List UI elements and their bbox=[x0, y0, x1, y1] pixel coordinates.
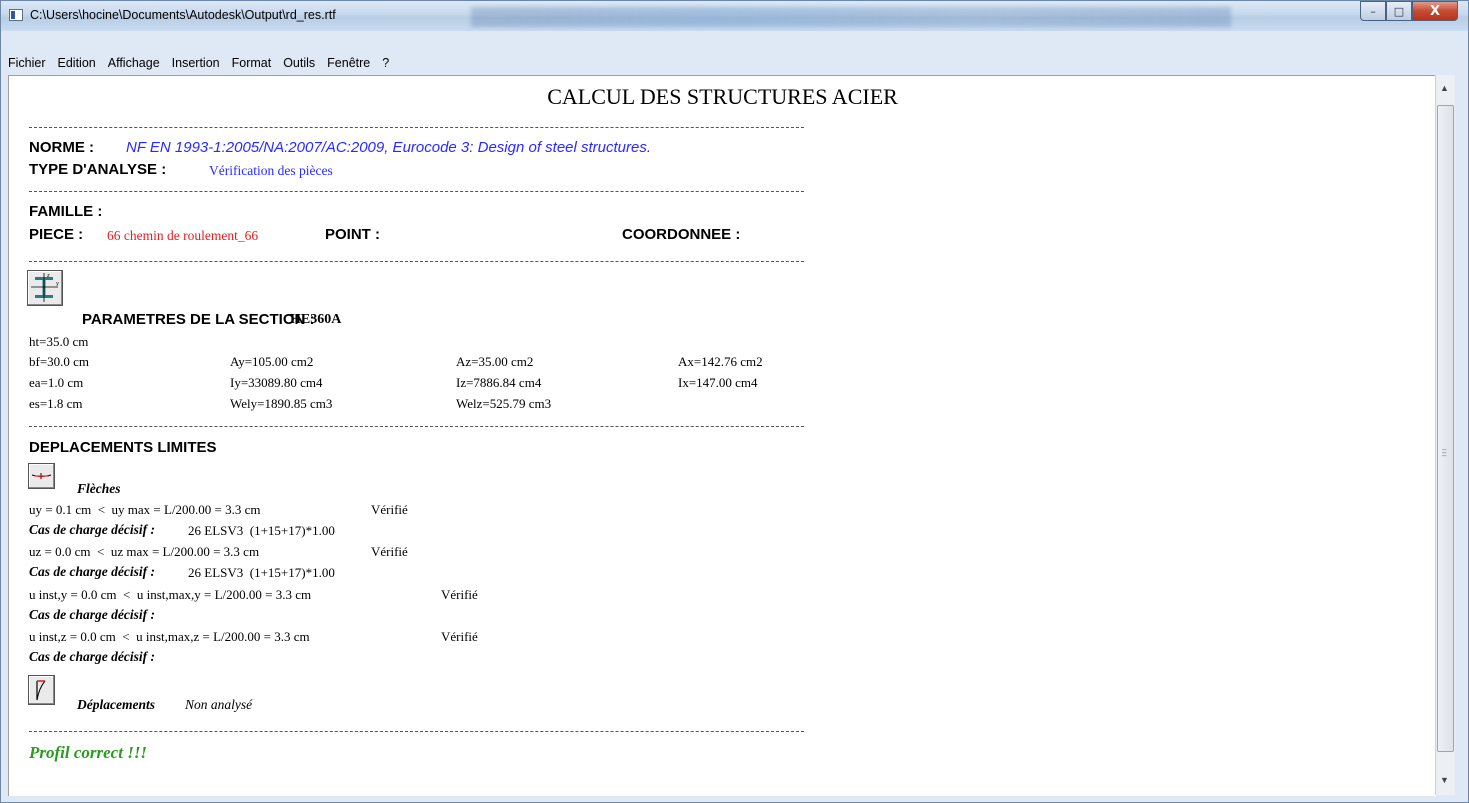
param-ax: Ax=142.76 cm2 bbox=[678, 354, 763, 369]
param-ay: Ay=105.00 cm2 bbox=[230, 354, 314, 369]
deplacements-label: Déplacements bbox=[77, 697, 155, 712]
report-title: CALCUL DES STRUCTURES ACIER bbox=[547, 84, 898, 109]
norme-value: NF EN 1993-1:2005/NA:2007/AC:2009, Euroc… bbox=[126, 139, 652, 156]
uinst-y-verifie: Vérifié bbox=[441, 587, 478, 602]
app-icon[interactable] bbox=[9, 9, 23, 21]
separator bbox=[29, 731, 804, 732]
maximize-button[interactable]: □ bbox=[1386, 1, 1412, 21]
cas-value: 26 ELSV3 (1+15+17)*1.00 bbox=[188, 523, 335, 538]
piece-value: 66 chemin de roulement_66 bbox=[107, 228, 259, 243]
separator bbox=[29, 191, 804, 192]
uinst-y-check: u inst,y = 0.0 cm < u inst,max,y = L/200… bbox=[29, 587, 312, 602]
param-ix: Ix=147.00 cm4 bbox=[678, 375, 758, 390]
svg-text:y: y bbox=[56, 281, 59, 287]
separator bbox=[29, 127, 804, 128]
param-ea: ea=1.0 cm bbox=[29, 375, 84, 390]
uy-verifie: Vérifié bbox=[371, 502, 408, 517]
window-title: C:\Users\hocine\Documents\Autodesk\Outpu… bbox=[30, 8, 336, 22]
separator bbox=[29, 261, 804, 262]
param-az: Az=35.00 cm2 bbox=[456, 354, 534, 369]
param-ht: ht=35.0 cm bbox=[29, 334, 89, 349]
title-bar[interactable]: C:\Users\hocine\Documents\Autodesk\Outpu… bbox=[1, 1, 1468, 31]
param-iz: Iz=7886.84 cm4 bbox=[456, 375, 542, 390]
cas-label: Cas de charge décisif : bbox=[29, 607, 155, 622]
param-iy: Iy=33089.80 cm4 bbox=[230, 375, 323, 390]
famille-label: FAMILLE : bbox=[29, 203, 103, 220]
window-controls: – □ X bbox=[1360, 1, 1458, 21]
piece-label: PIECE : bbox=[29, 226, 84, 243]
svg-text:z: z bbox=[47, 273, 50, 279]
menu-insertion[interactable]: Insertion bbox=[172, 56, 220, 70]
document-view[interactable]: CALCUL DES STRUCTURES ACIER NORME : NF E… bbox=[8, 75, 1436, 796]
background-blur bbox=[471, 7, 1231, 27]
cas-value: 26 ELSV3 (1+15+17)*1.00 bbox=[188, 565, 335, 580]
menu-fenetre[interactable]: Fenêtre bbox=[327, 56, 370, 70]
section-label: PARAMETRES DE LA SECTION : bbox=[82, 311, 315, 328]
section-profile-icon: z y bbox=[27, 270, 63, 306]
param-welz: Welz=525.79 cm3 bbox=[456, 396, 552, 411]
scroll-thumb[interactable]: – – – bbox=[1437, 105, 1454, 752]
param-wely: Wely=1890.85 cm3 bbox=[230, 396, 333, 411]
separator bbox=[29, 426, 804, 427]
uy-check: uy = 0.1 cm < uy max = L/200.00 = 3.3 cm bbox=[29, 502, 261, 517]
close-button[interactable]: X bbox=[1412, 1, 1458, 21]
deflection-icon bbox=[28, 463, 55, 489]
cas-label: Cas de charge décisif : bbox=[29, 649, 155, 664]
uinst-z-check: u inst,z = 0.0 cm < u inst,max,z = L/200… bbox=[29, 629, 310, 644]
menu-edition[interactable]: Edition bbox=[58, 56, 96, 70]
cas-label: Cas de charge décisif : bbox=[29, 522, 155, 537]
norme-label: NORME : bbox=[29, 139, 94, 156]
deplacements-limites-label: DEPLACEMENTS LIMITES bbox=[29, 439, 217, 456]
non-analyse: Non analysé bbox=[185, 697, 253, 712]
uz-check: uz = 0.0 cm < uz max = L/200.00 = 3.3 cm bbox=[29, 544, 260, 559]
param-bf: bf=30.0 cm bbox=[29, 354, 90, 369]
scroll-up-icon[interactable]: ▲ bbox=[1440, 83, 1449, 93]
result-status: Profil correct !!! bbox=[29, 743, 148, 762]
vertical-scrollbar[interactable]: ▲ – – – ▼ bbox=[1435, 75, 1455, 795]
menu-affichage[interactable]: Affichage bbox=[108, 56, 160, 70]
uinst-z-verifie: Vérifié bbox=[441, 629, 478, 644]
analyse-label: TYPE D'ANALYSE : bbox=[29, 161, 167, 178]
menu-bar: Fichier Edition Affichage Insertion Form… bbox=[8, 52, 401, 74]
coord-label: COORDONNEE : bbox=[622, 226, 741, 243]
section-value: HE360A bbox=[290, 312, 342, 327]
point-label: POINT : bbox=[325, 226, 380, 243]
uz-verifie: Vérifié bbox=[371, 544, 408, 559]
scroll-down-icon[interactable]: ▼ bbox=[1440, 775, 1449, 785]
menu-format[interactable]: Format bbox=[232, 56, 272, 70]
param-es: es=1.8 cm bbox=[29, 396, 83, 411]
grip-icon: – – – bbox=[1442, 445, 1447, 460]
fleches-label: Flèches bbox=[77, 481, 121, 496]
cas-label: Cas de charge décisif : bbox=[29, 564, 155, 579]
minimize-button[interactable]: – bbox=[1360, 1, 1386, 21]
menu-help[interactable]: ? bbox=[382, 56, 389, 70]
menu-outils[interactable]: Outils bbox=[283, 56, 315, 70]
displacement-icon bbox=[28, 675, 55, 705]
menu-fichier[interactable]: Fichier bbox=[8, 56, 46, 70]
analyse-value: Vérification des pièces bbox=[209, 163, 333, 178]
app-window: C:\Users\hocine\Documents\Autodesk\Outpu… bbox=[0, 0, 1469, 803]
